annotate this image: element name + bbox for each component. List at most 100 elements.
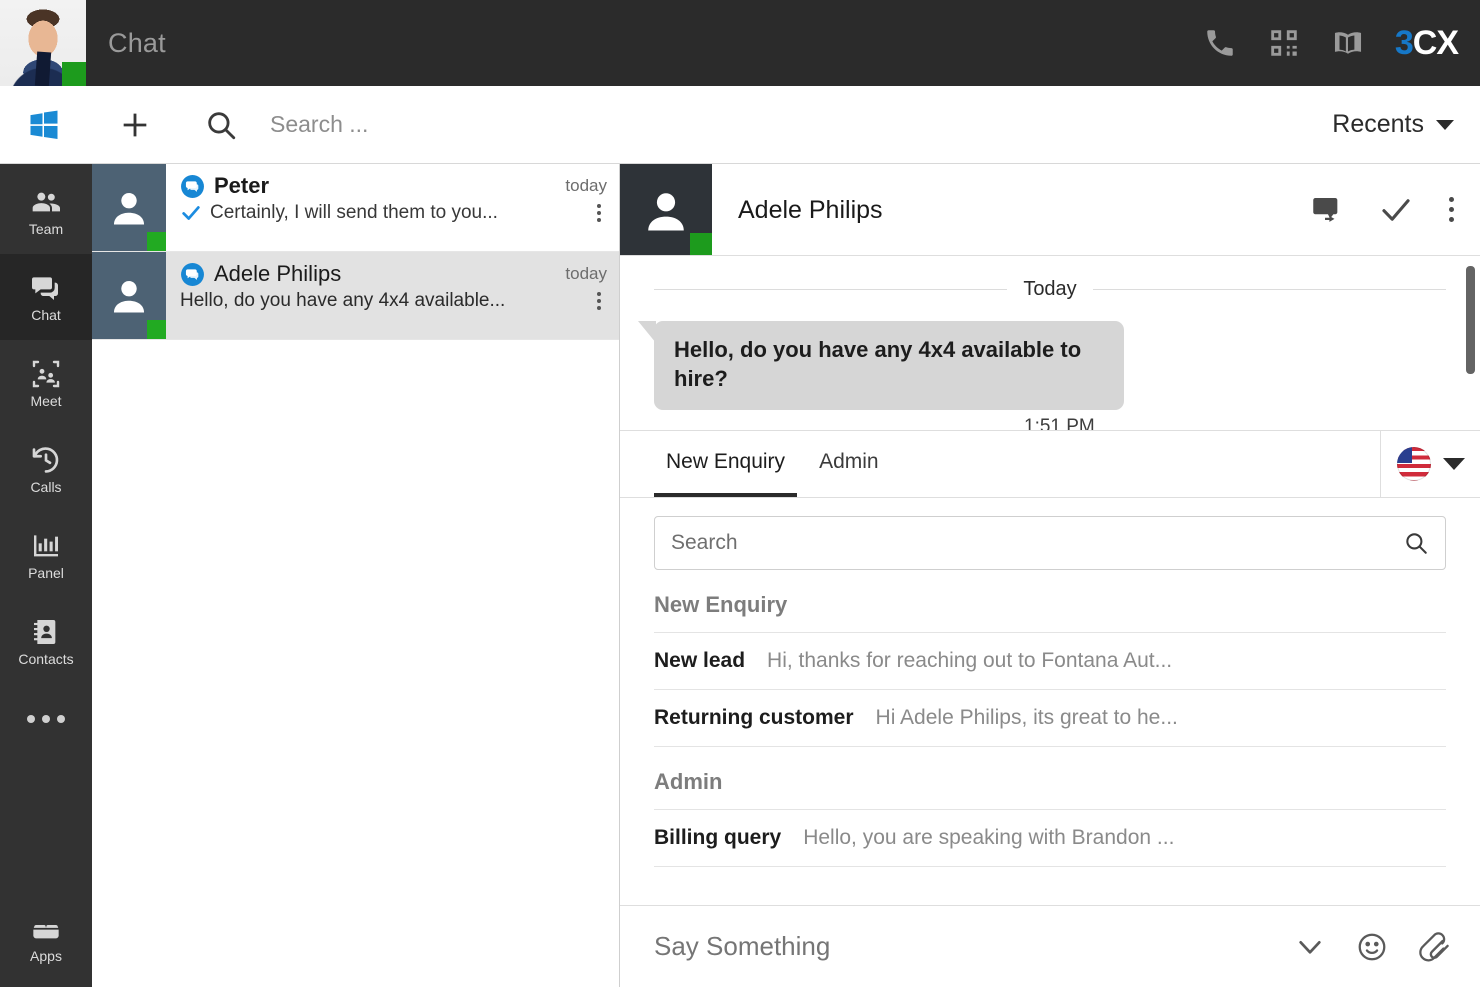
- conversation-panel: Adele Philips Today Hello, do you have a…: [620, 164, 1480, 987]
- message-bubble: Hello, do you have any 4x4 available to …: [638, 321, 1124, 410]
- day-divider: Today: [654, 278, 1446, 301]
- canned-responses-panel: Search New Enquiry New lead Hi, thanks f…: [620, 498, 1480, 905]
- presence-badge: [147, 232, 166, 251]
- live-chat-icon: [181, 174, 204, 198]
- dot: [597, 204, 601, 208]
- person-placeholder-icon: [113, 280, 145, 312]
- tab-admin[interactable]: Admin: [807, 431, 891, 497]
- canned-search-input[interactable]: Search: [671, 531, 1403, 555]
- tab-strip: New Enquiry Admin: [620, 431, 1380, 497]
- page-title: Chat: [108, 28, 166, 58]
- sidebar-item-contacts[interactable]: Contacts: [0, 598, 92, 684]
- day-divider-label: Today: [1023, 278, 1077, 300]
- windows-logo-icon[interactable]: [26, 107, 62, 143]
- book-icon[interactable]: [1331, 26, 1365, 60]
- composer-actions: [1294, 931, 1450, 963]
- presence-badge: [690, 233, 712, 255]
- canned-response-preview: Hi, thanks for reaching out to Fontana A…: [767, 649, 1173, 672]
- message-input[interactable]: Say Something: [654, 931, 1294, 962]
- chat-list: Peter today Certainly, I will send them …: [92, 164, 620, 987]
- sidebar-item-meet[interactable]: Meet: [0, 340, 92, 426]
- sidebar-item-label: Chat: [31, 306, 61, 323]
- attachment-icon[interactable]: [1418, 931, 1450, 963]
- canned-response-preview: Hi Adele Philips, its great to he...: [875, 706, 1178, 729]
- chevron-down-icon: [1442, 458, 1465, 470]
- chat-item-name: Peter: [214, 173, 270, 198]
- phone-icon[interactable]: [1203, 26, 1237, 60]
- presence-badge: [147, 320, 166, 339]
- chat-item-preview-row: Certainly, I will send them to you...: [180, 202, 619, 224]
- conversation-header: Adele Philips: [620, 164, 1480, 256]
- dot: [57, 715, 65, 723]
- chat-list-item-adele-philips[interactable]: Adele Philips today Hello, do you have a…: [92, 252, 619, 340]
- chat-item-preview: Certainly, I will send them to you...: [210, 202, 498, 223]
- avatar: [92, 252, 166, 339]
- logo-letters: CX: [1412, 23, 1459, 62]
- left-nav-rail: Team Chat Meet Calls Panel Contacts Apps: [0, 164, 92, 987]
- canned-response-new-lead[interactable]: New lead Hi, thanks for reaching out to …: [654, 632, 1446, 689]
- sidebar-item-label: Team: [28, 220, 64, 237]
- sidebar-item-calls[interactable]: Calls: [0, 426, 92, 512]
- meet-icon: [32, 360, 60, 387]
- read-receipt-check-icon: [182, 206, 200, 220]
- sidebar-item-label: Contacts: [18, 650, 74, 667]
- team-icon: [32, 192, 60, 211]
- dot: [1449, 217, 1454, 222]
- canned-response-title: Billing query: [654, 826, 782, 849]
- more-options-icon[interactable]: [1449, 197, 1454, 222]
- search-icon[interactable]: [204, 108, 238, 142]
- resolve-check-icon[interactable]: [1379, 193, 1413, 227]
- emoji-icon[interactable]: [1356, 931, 1388, 963]
- more-icon[interactable]: [0, 684, 92, 754]
- divider-line: [1092, 289, 1446, 290]
- sidebar-item-apps[interactable]: Apps: [0, 901, 92, 987]
- search-input[interactable]: Search ...: [270, 111, 1332, 138]
- live-chat-icon: [181, 262, 204, 286]
- sidebar-item-label: Apps: [30, 947, 62, 964]
- chat-item-menu-icon[interactable]: [591, 204, 611, 222]
- message-area: Today Hello, do you have any 4x4 availab…: [620, 256, 1480, 430]
- divider-line: [654, 289, 1008, 290]
- chevron-down-icon[interactable]: [1294, 931, 1326, 963]
- contacts-icon: [34, 619, 56, 644]
- dot: [597, 211, 601, 215]
- message-row: Hello, do you have any 4x4 available to …: [638, 321, 1446, 431]
- canned-response-preview: Hello, you are speaking with Brandon ...: [803, 826, 1175, 849]
- dot: [42, 715, 50, 723]
- canned-response-returning-customer[interactable]: Returning customer Hi Adele Philips, its…: [654, 689, 1446, 747]
- recents-dropdown[interactable]: Recents: [1332, 110, 1480, 139]
- qr-code-icon[interactable]: [1267, 26, 1301, 60]
- dot: [1449, 197, 1454, 202]
- chat-icon: [32, 276, 58, 300]
- plus-icon[interactable]: [118, 108, 152, 142]
- rail-spacer: [0, 754, 92, 901]
- chat-item-body: Adele Philips today Hello, do you have a…: [166, 252, 619, 339]
- language-selector[interactable]: [1380, 431, 1480, 497]
- chat-item-header: Adele Philips today: [180, 261, 619, 287]
- dot: [597, 218, 601, 222]
- recents-label: Recents: [1332, 110, 1424, 138]
- chat-item-preview: Hello, do you have any 4x4 available...: [180, 290, 506, 311]
- sidebar-item-team[interactable]: Team: [0, 168, 92, 254]
- sidebar-item-label: Calls: [30, 478, 62, 495]
- canned-response-title: Returning customer: [654, 706, 854, 729]
- sidebar-item-panel[interactable]: Panel: [0, 512, 92, 598]
- canned-search-field[interactable]: Search: [654, 516, 1446, 570]
- chat-item-name: Adele Philips: [214, 261, 342, 286]
- message-scrollbar[interactable]: [1466, 266, 1475, 374]
- top-header-actions: 3CX: [1203, 0, 1480, 86]
- chat-item-menu-icon[interactable]: [591, 292, 611, 310]
- canned-response-billing-query[interactable]: Billing query Hello, you are speaking wi…: [654, 809, 1446, 867]
- my-avatar[interactable]: [0, 0, 86, 86]
- sidebar-item-chat[interactable]: Chat: [0, 254, 92, 340]
- canned-response-tabs: New Enquiry Admin: [620, 430, 1480, 498]
- message-timestamp: 1:51 PM: [1024, 415, 1095, 431]
- search-icon[interactable]: [1403, 530, 1429, 556]
- dot: [597, 292, 601, 296]
- chat-list-item-peter[interactable]: Peter today Certainly, I will send them …: [92, 164, 619, 252]
- tab-new-enquiry[interactable]: New Enquiry: [654, 431, 798, 497]
- chat-item-preview-row: Hello, do you have any 4x4 available...: [180, 290, 619, 312]
- panel-icon: [34, 534, 58, 556]
- transfer-chat-icon[interactable]: [1309, 193, 1343, 227]
- chat-item-time: today: [565, 264, 607, 283]
